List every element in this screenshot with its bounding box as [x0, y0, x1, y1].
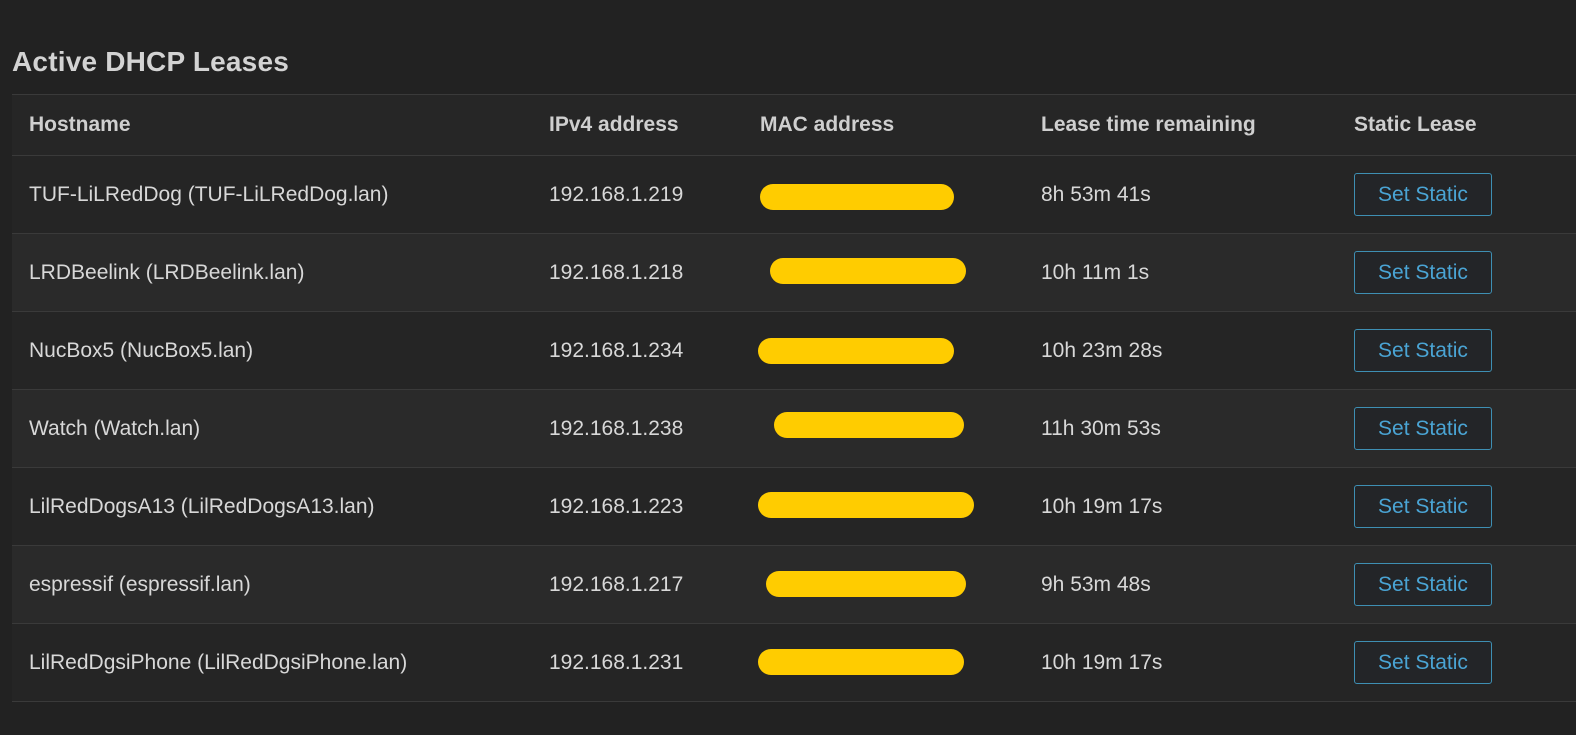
- ipv4-cell: 192.168.1.238: [549, 416, 684, 440]
- static-cell: Set Static: [1354, 156, 1492, 233]
- lease-time-cell: 10h 19m 17s: [1041, 494, 1163, 518]
- lease-time-cell: 9h 53m 48s: [1041, 572, 1151, 596]
- header-static-lease: Static Lease: [1354, 113, 1477, 136]
- lease-time-cell: 10h 19m 17s: [1041, 650, 1163, 674]
- lease-time-cell: 10h 11m 1s: [1041, 260, 1150, 284]
- mac-cell: [760, 156, 970, 233]
- table-row: Watch (Watch.lan) 192.168.1.238 11h 30m …: [12, 390, 1576, 468]
- static-cell: Set Static: [1354, 234, 1492, 311]
- ipv4-cell: 192.168.1.234: [549, 338, 684, 362]
- mac-redaction: [774, 412, 964, 438]
- mac-cell: [760, 546, 970, 623]
- mac-redaction: [766, 571, 966, 597]
- set-static-button[interactable]: Set Static: [1354, 485, 1492, 528]
- mac-redaction: [758, 649, 964, 675]
- mac-redaction: [758, 338, 954, 364]
- lease-time-cell: 8h 53m 41s: [1041, 182, 1151, 206]
- dhcp-leases-panel: Active DHCP Leases Hostname IPv4 address…: [12, 0, 1576, 735]
- set-static-button[interactable]: Set Static: [1354, 329, 1492, 372]
- header-hostname: Hostname: [29, 113, 131, 136]
- hostname-cell: LRDBeelink (LRDBeelink.lan): [29, 260, 305, 284]
- static-cell: Set Static: [1354, 546, 1492, 623]
- static-cell: Set Static: [1354, 624, 1492, 701]
- header-lease-time: Lease time remaining: [1041, 113, 1256, 136]
- ipv4-cell: 192.168.1.223: [549, 494, 684, 518]
- section-title: Active DHCP Leases: [12, 46, 289, 77]
- set-static-button[interactable]: Set Static: [1354, 641, 1492, 684]
- ipv4-cell: 192.168.1.217: [549, 572, 684, 596]
- leases-table: Hostname IPv4 address MAC address Lease …: [12, 94, 1576, 702]
- mac-cell: [758, 312, 970, 389]
- hostname-cell: Watch (Watch.lan): [29, 416, 201, 440]
- static-cell: Set Static: [1354, 390, 1492, 467]
- mac-redaction: [770, 258, 966, 284]
- static-cell: Set Static: [1354, 312, 1492, 389]
- mac-redaction: [760, 184, 954, 210]
- table-header-row: Hostname IPv4 address MAC address Lease …: [12, 95, 1576, 156]
- hostname-cell: espressif (espressif.lan): [29, 572, 251, 596]
- ipv4-cell: 192.168.1.218: [549, 260, 684, 284]
- lease-time-cell: 10h 23m 28s: [1041, 338, 1163, 362]
- table-row: espressif (espressif.lan) 192.168.1.217 …: [12, 546, 1576, 624]
- set-static-button[interactable]: Set Static: [1354, 251, 1492, 294]
- hostname-cell: TUF-LiLRedDog (TUF-LiLRedDog.lan): [29, 182, 389, 206]
- mac-cell: [760, 390, 970, 467]
- table-row: LilRedDgsiPhone (LilRedDgsiPhone.lan) 19…: [12, 624, 1576, 702]
- table-row: LRDBeelink (LRDBeelink.lan) 192.168.1.21…: [12, 234, 1576, 312]
- mac-cell: [758, 468, 974, 545]
- header-mac: MAC address: [760, 113, 895, 136]
- hostname-cell: NucBox5 (NucBox5.lan): [29, 338, 254, 362]
- set-static-button[interactable]: Set Static: [1354, 173, 1492, 216]
- set-static-button[interactable]: Set Static: [1354, 563, 1492, 606]
- static-cell: Set Static: [1354, 468, 1492, 545]
- mac-redaction: [758, 492, 974, 518]
- lease-time-cell: 11h 30m 53s: [1041, 416, 1161, 440]
- table-row: LilRedDogsA13 (LilRedDogsA13.lan) 192.16…: [12, 468, 1576, 546]
- table-row: TUF-LiLRedDog (TUF-LiLRedDog.lan) 192.16…: [12, 156, 1576, 234]
- set-static-button[interactable]: Set Static: [1354, 407, 1492, 450]
- table-row: NucBox5 (NucBox5.lan) 192.168.1.234 10h …: [12, 312, 1576, 390]
- ipv4-cell: 192.168.1.231: [549, 650, 684, 674]
- mac-cell: [758, 624, 970, 701]
- hostname-cell: LilRedDogsA13 (LilRedDogsA13.lan): [29, 494, 375, 518]
- header-ipv4: IPv4 address: [549, 113, 679, 136]
- hostname-cell: LilRedDgsiPhone (LilRedDgsiPhone.lan): [29, 650, 408, 674]
- ipv4-cell: 192.168.1.219: [549, 182, 684, 206]
- mac-cell: [760, 234, 970, 311]
